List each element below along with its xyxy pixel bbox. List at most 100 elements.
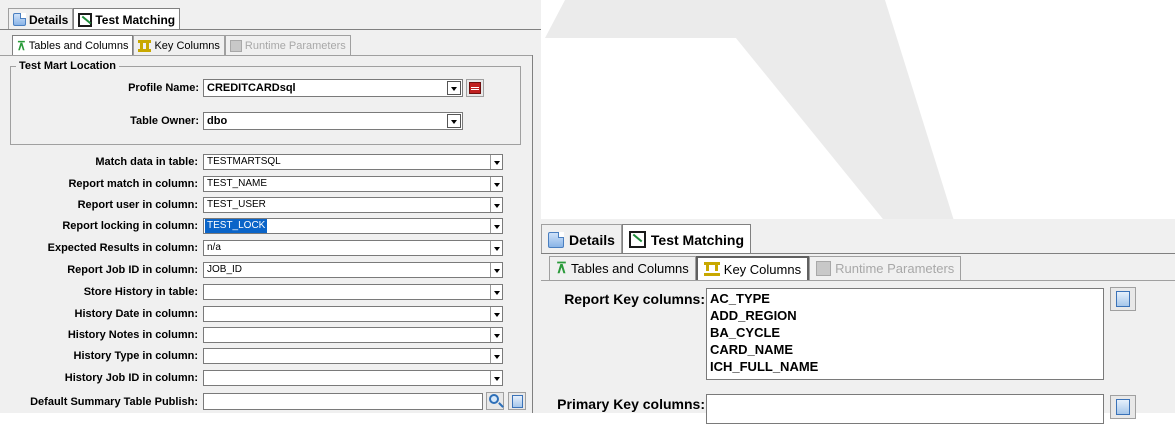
combo-value: JOB_ID [207,264,243,275]
sub-tabs: ⊼ Tables and Columns Key Columns Runtime… [12,35,351,55]
chevron-down-icon[interactable] [490,263,502,277]
profile-name-label: Profile Name: [128,82,199,94]
main-tabs: Details Test Matching [541,224,751,254]
report-match-dropdown[interactable]: TEST_NAME [203,176,503,192]
chevron-down-icon[interactable] [490,285,502,299]
default-summary-label: Default Summary Table Publish: [30,396,198,408]
runtime-icon [229,39,242,52]
list-item[interactable]: AC_TYPE [710,290,1100,307]
report-locking-label: Report locking in column: [62,220,198,232]
chevron-down-icon[interactable] [490,307,502,321]
history-notes-label: History Notes in column: [67,329,198,341]
divider [541,253,1175,254]
tab-label: Details [29,12,69,27]
combo-value: CREDITCARDsql [207,82,296,94]
history-notes-dropdown[interactable] [203,327,503,343]
expected-results-label: Expected Results in column: [47,242,198,254]
subtab-tables-and-columns[interactable]: ⊼ Tables and Columns [549,256,696,280]
report-job-id-label: Report Job ID in column: [67,264,198,276]
tab-label: Test Matching [95,12,176,27]
group-legend: Test Mart Location [16,60,119,72]
tab-test-matching[interactable]: Test Matching [621,224,751,254]
subtab-label: Runtime Parameters [835,261,955,276]
edit-report-key-button[interactable] [1110,287,1136,311]
subtab-label: Key Columns [154,39,220,52]
history-job-id-dropdown[interactable] [203,370,503,386]
tab-details[interactable]: Details [541,224,622,254]
report-user-label: Report user in column: [77,199,198,211]
primary-key-columns-list[interactable] [706,394,1104,424]
chevron-down-icon[interactable] [490,241,502,255]
divider [0,55,541,56]
chevron-down-icon[interactable] [490,349,502,363]
expected-results-dropdown[interactable]: n/a [203,240,503,256]
list-item[interactable]: ICH_FULL_NAME [710,358,1100,375]
history-type-label: History Type in column: [73,350,198,362]
new-document-button[interactable] [508,392,526,410]
list-item[interactable]: ADD_REGION [710,307,1100,324]
report-job-id-dropdown[interactable]: JOB_ID [203,262,503,278]
details-icon [13,13,26,26]
test-matching-icon [78,12,93,27]
chevron-down-icon[interactable] [447,114,461,128]
chevron-down-icon[interactable] [447,81,461,95]
edit-primary-key-button[interactable] [1110,395,1136,419]
tab-label: Details [569,231,615,248]
right-panel: Details Test Matching ⊼ Tables and Colum… [541,219,1175,424]
combo-value: dbo [207,115,228,127]
chevron-down-icon[interactable] [490,155,502,169]
sub-tabs: ⊼ Tables and Columns Key Columns Runtime… [549,256,962,280]
subtab-runtime-parameters[interactable]: Runtime Parameters [224,35,351,55]
chevron-down-icon[interactable] [490,198,502,212]
chevron-down-icon[interactable] [490,371,502,385]
edit-profile-button[interactable] [466,79,484,97]
history-job-id-label: History Job ID in column: [64,372,198,384]
document-icon [512,395,523,408]
profile-icon [469,82,481,94]
report-key-columns-label: Report Key columns: [564,291,705,307]
tables-icon: ⊼ [556,259,567,277]
subtab-key-columns[interactable]: Key Columns [133,35,225,55]
subtab-runtime-parameters[interactable]: Runtime Parameters [809,256,962,280]
list-item[interactable]: CARD_NAME [710,341,1100,358]
chevron-down-icon[interactable] [490,328,502,342]
test-mart-location-group [10,66,521,145]
report-locking-dropdown[interactable]: TEST_LOCK [203,218,503,234]
runtime-icon [816,261,832,276]
tab-label: Test Matching [650,231,744,248]
chevron-down-icon[interactable] [490,177,502,191]
chevron-down-icon[interactable] [490,219,502,233]
hammer-shape [545,0,960,240]
table-owner-label: Table Owner: [130,115,199,127]
history-date-dropdown[interactable] [203,306,503,322]
table-owner-dropdown[interactable]: dbo [203,112,463,130]
subtab-label: Key Columns [723,261,802,277]
history-date-label: History Date in column: [74,308,198,320]
combo-value: TESTMARTSQL [207,156,281,167]
key-icon [138,39,152,52]
combo-value: TEST_NAME [207,178,268,189]
subtab-key-columns[interactable]: Key Columns [695,256,810,280]
subtab-tables-and-columns[interactable]: ⊼ Tables and Columns [12,35,134,55]
tables-icon: ⊼ [17,38,26,53]
tab-test-matching[interactable]: Test Matching [73,8,181,30]
report-key-columns-list[interactable]: AC_TYPE ADD_REGION BA_CYCLE CARD_NAME IC… [706,288,1104,380]
left-panel: Details Test Matching ⊼ Tables and Colum… [0,0,541,413]
store-history-dropdown[interactable] [203,284,503,300]
match-data-dropdown[interactable]: TESTMARTSQL [203,154,503,170]
tab-details[interactable]: Details [8,8,74,30]
default-summary-input[interactable] [203,393,483,410]
history-type-dropdown[interactable] [203,348,503,364]
subtab-label: Tables and Columns [570,261,689,276]
divider [0,29,541,30]
list-item[interactable]: BA_CYCLE [710,324,1100,341]
report-user-dropdown[interactable]: TEST_USER [203,197,503,213]
subtab-label: Runtime Parameters [244,39,346,52]
subtab-label: Tables and Columns [28,39,129,52]
search-button[interactable] [486,392,504,410]
combo-value: n/a [207,242,221,253]
profile-name-dropdown[interactable]: CREDITCARDsql [203,79,463,97]
document-icon [1116,291,1130,307]
divider [541,280,1175,281]
main-tabs: Details Test Matching [8,8,181,30]
